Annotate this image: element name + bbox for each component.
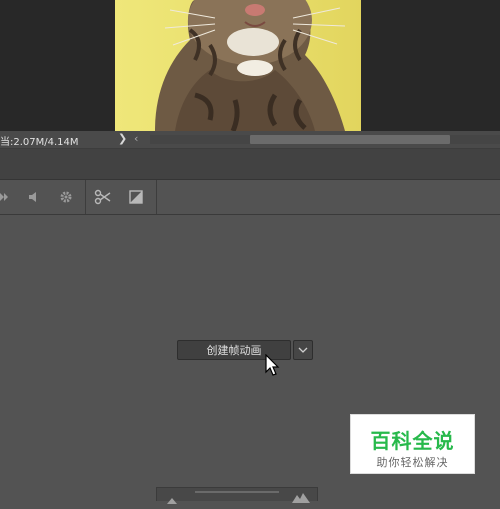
transition-icon[interactable] <box>127 188 145 206</box>
document-size-info: 当:2.07M/4.14M <box>0 137 79 148</box>
chevron-down-icon <box>298 347 308 353</box>
scissors-icon[interactable] <box>94 188 112 206</box>
scroll-left-arrow-icon[interactable]: ‹ <box>134 132 138 145</box>
toolbar-divider <box>156 180 157 214</box>
horizontal-scrollbar[interactable] <box>150 135 500 144</box>
zoom-in-icon[interactable] <box>291 488 311 507</box>
timeline-zoom-bar <box>156 487 318 504</box>
zoom-slider[interactable] <box>195 491 279 493</box>
watermark-title: 百科全说 <box>370 429 455 453</box>
cat-photo <box>115 0 361 131</box>
baike-watermark-logo: 百科全说 助你轻松解决 <box>350 414 475 474</box>
timeline-mode-dropdown[interactable] <box>293 340 313 360</box>
document-canvas <box>0 0 500 131</box>
toolbar-divider <box>85 180 86 214</box>
audio-icon[interactable] <box>26 188 44 206</box>
play-icon[interactable] <box>0 188 16 206</box>
watermark-subtitle: 助你轻松解决 <box>376 456 449 469</box>
mouse-cursor-icon <box>265 353 281 378</box>
timeline-toolbar <box>0 180 500 215</box>
status-bar: 当:2.07M/4.14M ❯ ‹ <box>0 131 500 149</box>
gear-icon[interactable] <box>57 188 75 206</box>
timeline-panel-header <box>0 149 500 180</box>
scrollbar-thumb[interactable] <box>250 135 450 144</box>
chevron-right-icon[interactable]: ❯ <box>118 132 127 145</box>
